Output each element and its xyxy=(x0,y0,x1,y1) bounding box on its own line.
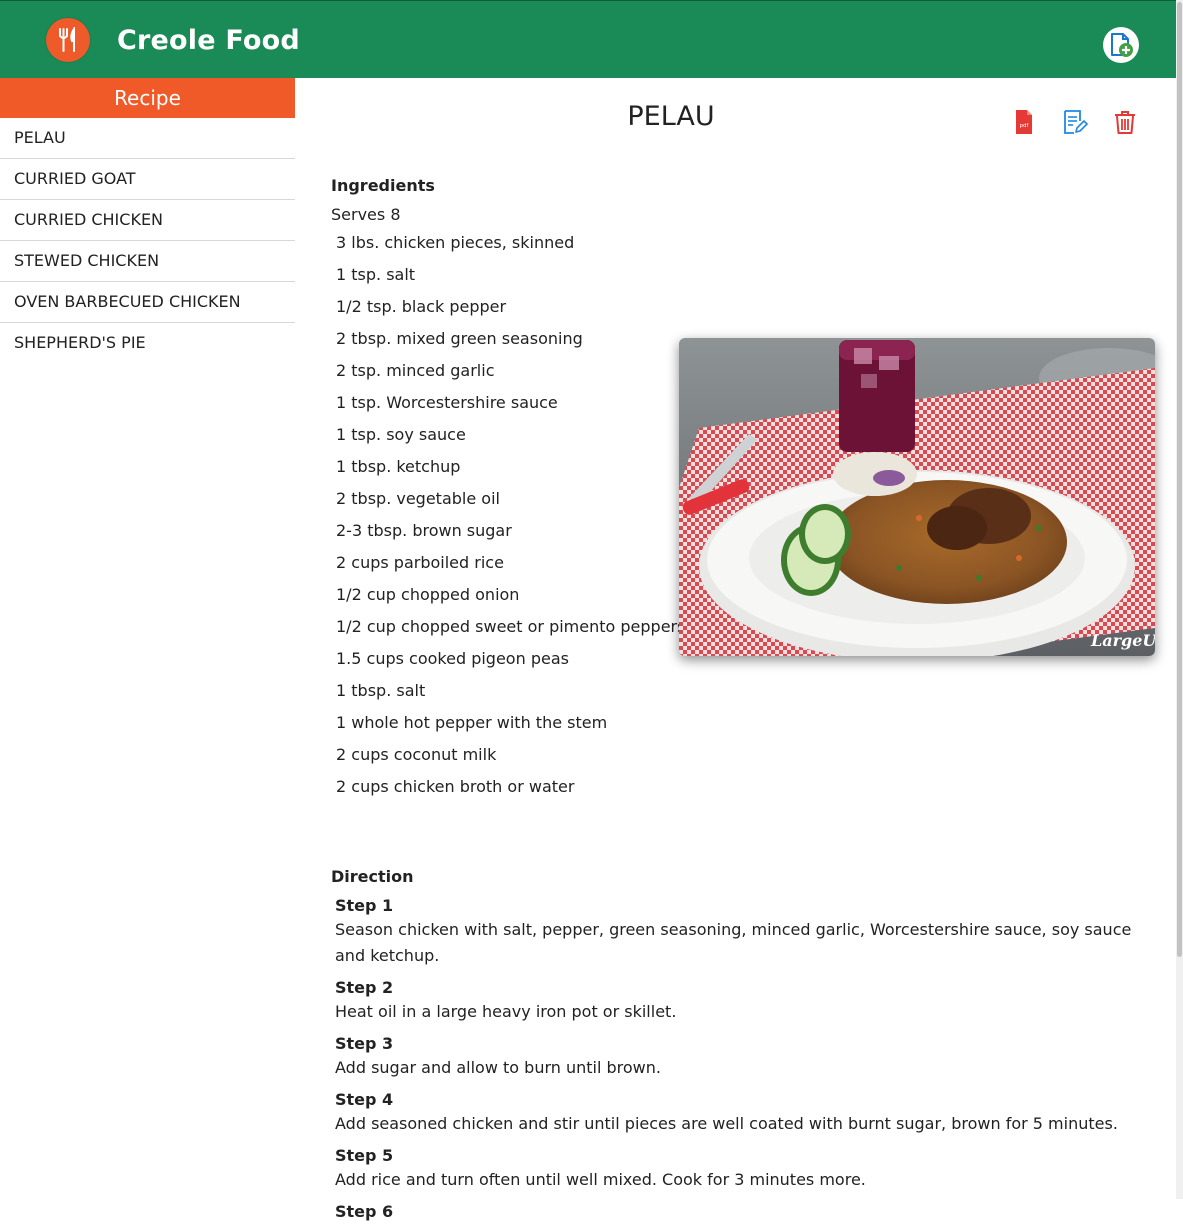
ingredient-item: 1 tbsp. salt xyxy=(336,681,426,700)
app-header: Creole Food xyxy=(0,0,1176,78)
ingredient-item: 3 lbs. chicken pieces, skinned xyxy=(336,233,575,252)
ingredient-item: 2 tbsp. vegetable oil xyxy=(336,489,500,508)
sidebar-item-oven-barbecued-chicken[interactable]: OVEN BARBECUED CHICKEN xyxy=(0,282,295,323)
svg-text:pdf: pdf xyxy=(1020,123,1030,129)
ingredient-item: 2 cups chicken broth or water xyxy=(336,777,575,796)
sidebar-item-shepherds-pie[interactable]: SHEPHERD'S PIE xyxy=(0,323,295,363)
app-title: Creole Food xyxy=(117,25,300,56)
photo-watermark: LargeUp xyxy=(1090,631,1155,650)
ingredient-item: 1/2 cup chopped onion xyxy=(336,585,520,604)
ingredient-item: 1 tbsp. ketchup xyxy=(336,457,461,476)
ingredient-item: 1/2 cup chopped sweet or pimento peppers xyxy=(336,617,686,636)
edit-note-icon xyxy=(1064,110,1088,134)
ingredient-item: 2 tsp. minced garlic xyxy=(336,361,495,380)
ingredient-item: 1 tsp. salt xyxy=(336,265,416,284)
step-item: Step 3 Add sugar and allow to burn until… xyxy=(335,1033,1155,1081)
step-label: Step 4 xyxy=(335,1090,394,1109)
step-text: Add rice and turn often until well mixed… xyxy=(335,1170,866,1189)
ingredient-item: 1 tsp. Worcestershire sauce xyxy=(336,393,558,412)
directions-list: Step 1 Season chicken with salt, pepper,… xyxy=(335,895,1155,1231)
serves-label: Serves 8 xyxy=(331,205,401,224)
step-item: Step 1 Season chicken with salt, pepper,… xyxy=(335,895,1155,969)
page-scrollbar[interactable] xyxy=(1176,0,1183,1199)
step-item: Step 5 Add rice and turn often until wel… xyxy=(335,1145,1155,1193)
step-label: Step 2 xyxy=(335,978,394,997)
step-text: Add seasoned chicken and stir until piec… xyxy=(335,1114,1118,1133)
ingredient-item: 2-3 tbsp. brown sugar xyxy=(336,521,512,540)
add-document-icon xyxy=(1111,33,1133,57)
step-text: Add sugar and allow to burn until brown. xyxy=(335,1058,661,1077)
sidebar-item-curried-goat[interactable]: CURRIED GOAT xyxy=(0,159,295,200)
ingredient-item: 1.5 cups cooked pigeon peas xyxy=(336,649,569,668)
fork-knife-icon[interactable] xyxy=(46,18,90,62)
delete-recipe-button[interactable] xyxy=(1111,108,1139,136)
scrollbar-thumb[interactable] xyxy=(1177,2,1182,957)
pdf-icon: pdf xyxy=(1016,110,1032,134)
add-recipe-button[interactable] xyxy=(1103,27,1139,63)
step-item: Step 6 xyxy=(335,1201,1155,1223)
step-label: Step 1 xyxy=(335,896,394,915)
step-label: Step 3 xyxy=(335,1034,394,1053)
edit-recipe-button[interactable] xyxy=(1060,108,1088,136)
recipe-title: PELAU xyxy=(627,101,715,132)
sidebar-item-curried-chicken[interactable]: CURRIED CHICKEN xyxy=(0,200,295,241)
ingredient-item: 2 cups parboiled rice xyxy=(336,553,504,572)
trash-icon xyxy=(1115,111,1135,134)
step-text: Heat oil in a large heavy iron pot or sk… xyxy=(335,1002,677,1021)
ingredient-item: 2 tbsp. mixed green seasoning xyxy=(336,329,583,348)
ingredients-list: 3 lbs. chicken pieces, skinned 1 tsp. sa… xyxy=(336,232,685,808)
sidebar-heading: Recipe xyxy=(0,78,295,118)
ingredient-item: 2 cups coconut milk xyxy=(336,745,497,764)
step-label: Step 6 xyxy=(335,1202,394,1221)
direction-heading: Direction xyxy=(331,867,414,886)
sidebar-item-stewed-chicken[interactable]: STEWED CHICKEN xyxy=(0,241,295,282)
recipe-photo: LargeUp xyxy=(679,338,1155,656)
ingredient-item: 1 whole hot pepper with the stem xyxy=(336,713,608,732)
step-label: Step 5 xyxy=(335,1146,394,1165)
ingredients-heading: Ingredients xyxy=(331,176,435,195)
step-text: Season chicken with salt, pepper, green … xyxy=(335,920,1132,965)
step-item: Step 2 Heat oil in a large heavy iron po… xyxy=(335,977,1155,1025)
recipe-sidebar: Recipe PELAU CURRIED GOAT CURRIED CHICKE… xyxy=(0,78,295,1199)
ingredient-item: 1/2 tsp. black pepper xyxy=(336,297,507,316)
ingredient-item: 1 tsp. soy sauce xyxy=(336,425,466,444)
sidebar-item-pelau[interactable]: PELAU xyxy=(0,118,295,159)
step-item: Step 4 Add seasoned chicken and stir unt… xyxy=(335,1089,1155,1137)
export-pdf-button[interactable]: pdf xyxy=(1009,108,1037,136)
